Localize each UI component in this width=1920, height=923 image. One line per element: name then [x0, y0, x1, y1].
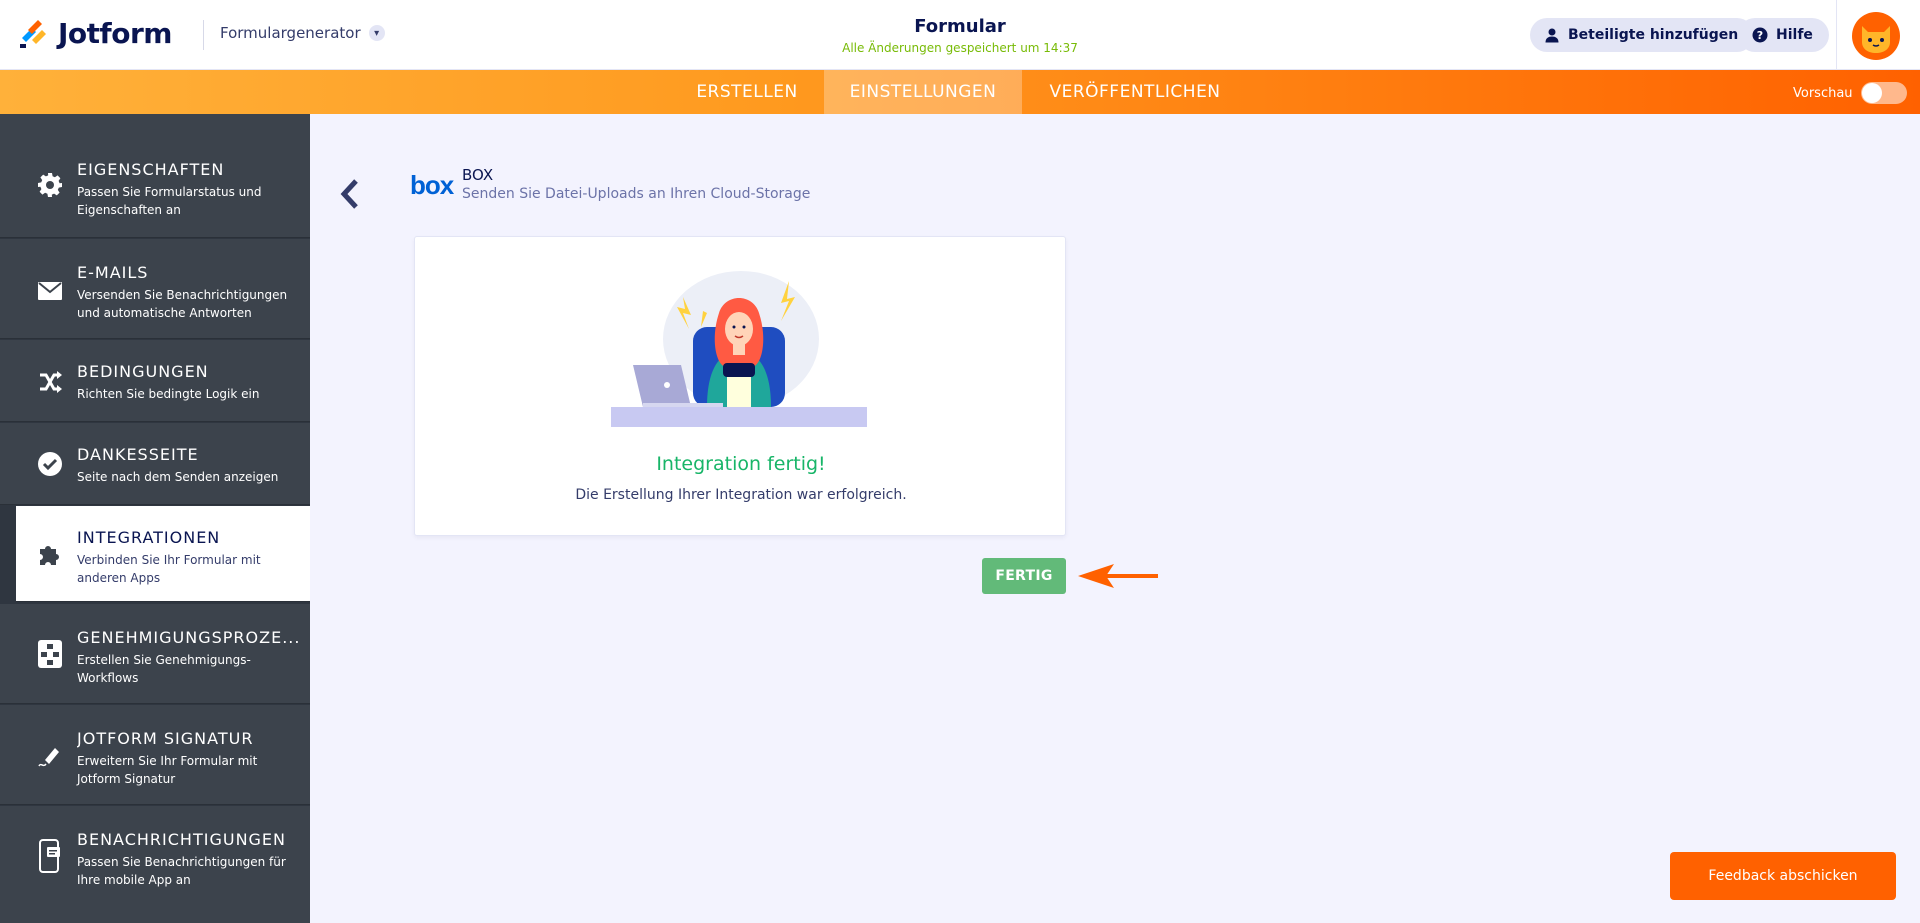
tab-veroeffentlichen[interactable]: VERÖFFENTLICHEN — [1026, 70, 1244, 114]
pen-icon — [36, 741, 64, 769]
success-description: Die Erstellung Ihrer Integration war erf… — [575, 487, 907, 503]
preview-control: Vorschau — [1793, 82, 1907, 104]
sidebar-item-bedingungen[interactable]: BEDINGUNGEN Richten Sie bedingte Logik e… — [0, 340, 310, 422]
integration-name: BOX — [462, 166, 494, 184]
sidebar-item-title: INTEGRATIONEN — [77, 528, 221, 547]
form-generator-label: Formulargenerator — [220, 24, 361, 42]
sidebar-item-jotform-signatur[interactable]: JOTFORM SIGNATUR Erweitern Sie Ihr Formu… — [0, 705, 310, 805]
chevron-left-icon — [340, 179, 358, 209]
success-title: Integration fertig! — [656, 453, 826, 475]
sidebar-item-desc: Versenden Sie Benachrichtigungen und aut… — [77, 288, 288, 320]
workflow-icon — [36, 640, 64, 668]
sidebar-item-desc: Erweitern Sie Ihr Formular mit Jotform S… — [77, 754, 258, 786]
form-title[interactable]: Formular — [760, 16, 1160, 37]
form-title-area: Formular Alle Änderungen gespeichert um … — [760, 16, 1160, 55]
sidebar-item-title: BENACHRICHTIGUNGEN — [77, 830, 287, 849]
help-icon: ? — [1752, 27, 1768, 43]
sidebar-item-dankesseite[interactable]: DANKESSEITE Seite nach dem Senden anzeig… — [0, 423, 310, 505]
sidebar-item-desc: Seite nach dem Senden anzeigen — [77, 470, 279, 484]
add-participants-label: Beteiligte hinzufügen — [1568, 27, 1739, 43]
shuffle-icon — [36, 368, 64, 396]
sidebar-item-desc: Richten Sie bedingte Logik ein — [77, 387, 260, 401]
sidebar-item-eigenschaften[interactable]: EIGENSCHAFTEN Passen Sie Formularstatus … — [0, 114, 310, 238]
help-label: Hilfe — [1776, 27, 1813, 43]
tab-erstellen[interactable]: ERSTELLEN — [676, 70, 818, 114]
settings-sidebar: EIGENSCHAFTEN Passen Sie Formularstatus … — [0, 114, 310, 923]
integration-description: Senden Sie Datei-Uploads an Ihren Cloud-… — [462, 186, 811, 202]
envelope-icon — [36, 277, 64, 305]
sidebar-item-emails[interactable]: E-MAILS Versenden Sie Benachrichtigungen… — [0, 239, 310, 339]
sidebar-item-integrationen[interactable]: INTEGRATIONEN Verbinden Sie Ihr Formular… — [16, 506, 310, 602]
brand-name: Jotform — [58, 16, 172, 50]
sidebar-item-title: DANKESSEITE — [77, 445, 199, 464]
main-navigation: ERSTELLEN EINSTELLUNGEN VERÖFFENTLICHEN … — [0, 70, 1920, 114]
top-bar: Jotform Formulargenerator ▾ Formular All… — [0, 0, 1920, 70]
save-status: Alle Änderungen gespeichert um 14:37 — [842, 41, 1078, 55]
svg-text:?: ? — [1757, 29, 1763, 42]
box-logo: box — [410, 170, 454, 200]
preview-toggle[interactable] — [1860, 82, 1907, 104]
cat-avatar-icon — [1862, 26, 1890, 53]
done-button[interactable]: FERTIG — [982, 558, 1066, 594]
preview-label: Vorschau — [1793, 85, 1853, 101]
sidebar-item-desc: Passen Sie Benachrichtigungen für Ihre m… — [77, 855, 286, 887]
sidebar-item-title: GENEHMIGUNGSPROZE... — [77, 628, 301, 647]
arrow-left-icon — [1078, 564, 1158, 588]
sidebar-item-desc: Passen Sie Formularstatus und Eigenschaf… — [77, 185, 262, 217]
sidebar-item-title: JOTFORM SIGNATUR — [77, 729, 254, 748]
toggle-knob — [1861, 83, 1882, 103]
sidebar-item-benachrichtigungen[interactable]: BENACHRICHTIGUNGEN Passen Sie Benachrich… — [0, 806, 310, 923]
avatar[interactable] — [1852, 12, 1900, 60]
tab-einstellungen[interactable]: EINSTELLUNGEN — [824, 70, 1022, 114]
success-illustration — [611, 271, 867, 427]
help-button[interactable]: ? Hilfe — [1738, 18, 1829, 52]
user-icon — [1545, 28, 1559, 43]
sidebar-item-desc: Erstellen Sie Genehmigungs-Workflows — [77, 653, 251, 685]
feedback-button[interactable]: Feedback abschicken — [1670, 852, 1896, 900]
sidebar-item-title: EIGENSCHAFTEN — [77, 160, 225, 179]
sidebar-item-title: E-MAILS — [77, 263, 149, 282]
gear-icon — [36, 171, 64, 199]
header-divider — [203, 20, 204, 50]
success-card: Integration fertig! Die Erstellung Ihrer… — [414, 236, 1066, 536]
chevron-down-icon: ▾ — [368, 25, 385, 41]
sidebar-item-genehmigungsprozesse[interactable]: GENEHMIGUNGSPROZE... Erstellen Sie Geneh… — [0, 604, 310, 704]
form-generator-dropdown[interactable]: Formulargenerator ▾ — [220, 24, 385, 42]
sidebar-item-desc: Verbinden Sie Ihr Formular mit anderen A… — [77, 553, 261, 585]
back-button[interactable] — [334, 176, 364, 212]
avatar-divider — [1836, 0, 1837, 70]
jotform-logo[interactable]: Jotform — [18, 16, 172, 50]
add-participants-button[interactable]: Beteiligte hinzufügen — [1530, 18, 1755, 52]
puzzle-icon — [36, 540, 64, 568]
check-circle-icon — [36, 450, 64, 478]
sidebar-item-title: BEDINGUNGEN — [77, 362, 209, 381]
mobile-icon — [36, 839, 64, 873]
jotform-logo-icon — [20, 20, 46, 48]
